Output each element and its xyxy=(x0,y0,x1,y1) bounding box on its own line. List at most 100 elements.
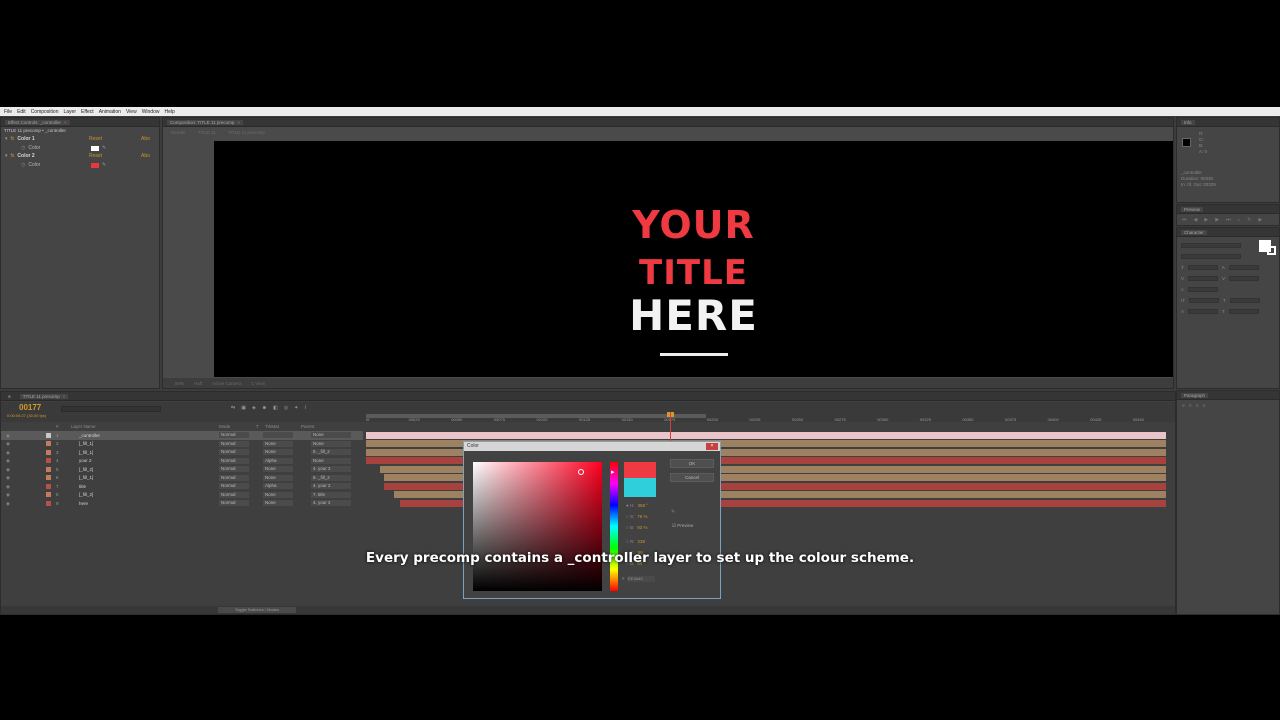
layer-row[interactable]: ◉ 6 [_fill_1] Normal None 8. _fill_2 xyxy=(1,474,363,483)
layer-name[interactable]: your 2 xyxy=(79,458,92,463)
eyedropper-icon[interactable]: ✎ xyxy=(102,145,106,151)
disclosure-triangle-icon[interactable]: ▾ xyxy=(5,153,8,159)
subtab-title-11[interactable]: TITLE 11 xyxy=(198,130,216,135)
eye-icon[interactable]: ◉ xyxy=(6,433,10,439)
brightness-field[interactable]: ○ B: 93 % xyxy=(626,525,648,530)
eyedropper-icon[interactable]: ✎ xyxy=(102,162,106,168)
eye-icon[interactable]: ◉ xyxy=(6,501,10,507)
subtab-title-11-precomp[interactable]: TITLE 11 precomp xyxy=(228,130,265,135)
zoom-select[interactable]: 50% xyxy=(175,381,184,386)
stroke-color-swatch[interactable] xyxy=(1267,246,1276,255)
track-matte-dropdown[interactable]: None xyxy=(263,474,293,481)
layer-name[interactable]: [_fill_1] xyxy=(79,450,93,455)
tab-character[interactable]: Character xyxy=(1181,229,1207,235)
audio-icon[interactable]: ♪ xyxy=(1238,217,1241,223)
menu-animation[interactable]: Animation xyxy=(99,109,121,115)
blend-mode-dropdown[interactable]: Normal xyxy=(219,432,249,438)
effect-color-2[interactable]: ▾ fx Color 2 Reset Abo xyxy=(1,152,159,161)
parent-dropdown[interactable]: 4. your 2 xyxy=(311,466,351,472)
eye-icon[interactable]: ◉ xyxy=(6,450,10,456)
blend-mode-dropdown[interactable]: Normal xyxy=(219,483,249,489)
layer-row[interactable]: ◉ 3 [_fill_1] Normal None 5. _fill_2 xyxy=(1,448,363,457)
draft-3d-icon[interactable]: ◈ xyxy=(252,405,256,411)
leading-field[interactable] xyxy=(1228,265,1259,270)
align-left-icon[interactable]: ≡ xyxy=(1182,403,1185,409)
track-matte-dropdown[interactable]: Alpha xyxy=(263,457,293,464)
saturation-brightness-field[interactable] xyxy=(473,462,602,591)
blend-mode-dropdown[interactable]: Normal xyxy=(219,466,249,472)
eye-icon[interactable]: ◉ xyxy=(6,475,10,481)
parent-dropdown[interactable]: 4. your 2 xyxy=(311,483,351,489)
blend-mode-dropdown[interactable]: Normal xyxy=(219,449,249,455)
layer-name[interactable]: [_fill_1] xyxy=(79,441,93,446)
dialog-title-bar[interactable]: Color × xyxy=(464,442,720,451)
eye-icon[interactable]: ◉ xyxy=(6,458,10,464)
layer-row[interactable]: ◉ 1 _controller Normal None xyxy=(1,431,363,440)
vertical-scale-field[interactable] xyxy=(1189,298,1219,303)
font-style-dropdown[interactable] xyxy=(1181,254,1241,259)
reset-link[interactable]: Reset xyxy=(89,153,102,159)
current-color-swatch[interactable] xyxy=(624,478,656,497)
hue-slider-arrow-icon[interactable]: ▸ xyxy=(611,468,615,476)
label-color[interactable] xyxy=(46,441,51,446)
graph-editor-icon[interactable]: ⌇ xyxy=(304,405,306,411)
layer-row[interactable]: ◉ 2 [_fill_1] Normal None None xyxy=(1,440,363,449)
track-matte-dropdown[interactable]: None xyxy=(263,466,293,472)
tab-composition[interactable]: Composition: TITLE 11 precomp × xyxy=(167,119,244,125)
blend-mode-dropdown[interactable]: Normal xyxy=(219,457,249,464)
layer-name[interactable]: _controller xyxy=(79,433,100,438)
about-link[interactable]: Abo xyxy=(141,153,150,159)
track-matte-dropdown[interactable]: None xyxy=(263,491,293,498)
label-color[interactable] xyxy=(46,492,51,497)
layer-name[interactable]: [_fill_2] xyxy=(79,467,93,472)
track-matte-dropdown[interactable]: None xyxy=(263,500,293,506)
eye-icon[interactable]: ◉ xyxy=(6,441,10,447)
parent-dropdown[interactable]: 4. your 2 xyxy=(311,500,351,506)
toggle-switches-modes-button[interactable]: Toggle Switches / Modes xyxy=(218,607,296,613)
close-icon[interactable]: × xyxy=(64,120,67,125)
menu-composition[interactable]: Composition xyxy=(31,109,59,115)
subtab-render[interactable]: Render xyxy=(171,130,186,135)
layer-name[interactable]: [_fill_2] xyxy=(79,492,93,497)
parent-dropdown[interactable]: 7. title xyxy=(311,491,351,498)
eye-icon[interactable]: ◉ xyxy=(6,492,10,498)
col-layer-name[interactable]: Layer Name xyxy=(71,424,96,429)
tsume-field[interactable] xyxy=(1228,309,1259,314)
about-link[interactable]: Abo xyxy=(141,136,150,142)
baseline-shift-field[interactable] xyxy=(1188,309,1219,314)
eye-icon[interactable]: ◉ xyxy=(6,467,10,473)
tab-preview[interactable]: Preview xyxy=(1181,206,1204,212)
ok-button[interactable]: OK xyxy=(670,459,714,468)
menu-view[interactable]: View xyxy=(126,109,137,115)
hex-input[interactable]: EE3A40 xyxy=(627,576,655,582)
menu-edit[interactable]: Edit xyxy=(17,109,26,115)
tab-info[interactable]: Info xyxy=(1181,119,1195,125)
comp-mini-flowchart-icon[interactable]: ⇆ xyxy=(231,405,235,411)
hue-field[interactable]: ● H: 358 ° xyxy=(626,503,648,508)
prev-frame-icon[interactable]: ◀ xyxy=(1194,217,1198,223)
eyedropper-icon[interactable]: ✎ xyxy=(671,509,675,515)
tab-paragraph[interactable]: Paragraph xyxy=(1181,392,1209,398)
fx-icon[interactable]: fx xyxy=(11,153,15,159)
align-right-icon[interactable]: ≡ xyxy=(1196,403,1199,409)
stopwatch-icon[interactable]: ◷ xyxy=(21,145,25,151)
horizontal-scale-field[interactable] xyxy=(1229,298,1260,303)
font-family-dropdown[interactable] xyxy=(1181,243,1241,248)
label-color[interactable] xyxy=(46,500,51,506)
last-frame-icon[interactable]: ⏭ xyxy=(1226,217,1231,223)
blend-mode-dropdown[interactable]: Normal xyxy=(219,474,249,481)
layer-name[interactable]: [_fill_1] xyxy=(79,475,93,480)
label-color[interactable] xyxy=(46,466,51,472)
red-field[interactable]: ○ R: 238 xyxy=(626,539,645,544)
stopwatch-icon[interactable]: ◷ xyxy=(21,162,25,168)
align-center-icon[interactable]: ≡ xyxy=(1189,403,1192,409)
layer-row[interactable]: ◉ 5 [_fill_2] Normal None 4. your 2 xyxy=(1,465,363,474)
blend-mode-dropdown[interactable]: Normal xyxy=(219,440,249,447)
menu-help[interactable]: Help xyxy=(164,109,174,115)
cancel-button[interactable]: Cancel xyxy=(670,473,714,482)
color-picker-marker[interactable] xyxy=(578,469,584,475)
fx-icon[interactable]: fx xyxy=(11,136,15,142)
effect-color-1[interactable]: ▾ fx Color 1 Reset Abo xyxy=(1,135,159,144)
close-icon[interactable]: × xyxy=(706,443,718,450)
menu-layer[interactable]: Layer xyxy=(63,109,76,115)
